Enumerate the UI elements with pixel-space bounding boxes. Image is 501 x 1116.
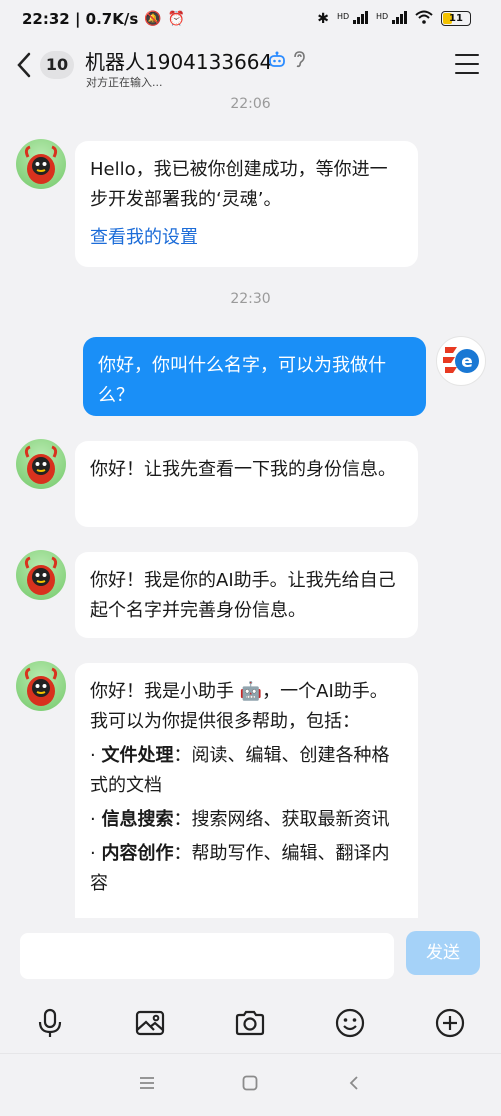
bluetooth-icon: ✱	[317, 10, 329, 27]
plus-icon[interactable]	[434, 1007, 466, 1039]
chat-header: 10 机器人1904133664 对方正在输入...	[0, 40, 501, 95]
menu-icon[interactable]	[455, 54, 479, 74]
camera-icon[interactable]	[234, 1007, 266, 1039]
list-item: · 信息搜索：搜索网络、获取最新资讯	[90, 809, 390, 830]
battery-icon: 11	[441, 11, 471, 26]
send-button[interactable]: 发送	[406, 931, 480, 975]
view-settings-link[interactable]: 查看我的设置	[90, 223, 403, 253]
message-bubble-user[interactable]: 你好，你叫什么名字，可以为我做什么？	[83, 337, 426, 416]
message-bubble-bot[interactable]: Hello，我已被你创建成功，等你进一步开发部署我的‘灵魂’。 查看我的设置	[75, 141, 418, 267]
home-icon[interactable]	[242, 1072, 258, 1096]
message-input[interactable]	[20, 933, 394, 979]
input-toolbar	[0, 990, 501, 1053]
mute-icon: 🔕	[144, 11, 162, 27]
chat-title[interactable]: 机器人1904133664	[85, 46, 272, 75]
unread-count-badge[interactable]: 10	[40, 51, 74, 79]
user-avatar[interactable]: e	[436, 336, 486, 386]
bot-avatar[interactable]	[16, 661, 66, 711]
typing-status: 对方正在输入...	[86, 76, 163, 89]
message-text: 你好！我是你的AI助手。让我先给自己起个名字并完善身份信息。	[90, 570, 396, 621]
system-nav-bar	[0, 1053, 501, 1116]
image-icon[interactable]	[134, 1007, 166, 1039]
status-bar: 22:32 | 0.7K/s 🔕 ⏰ ✱ HD HD 11	[0, 0, 501, 40]
message-text: 你好，你叫什么名字，可以为我做什么？	[98, 355, 386, 406]
list-item: · 内容创作：帮助写作、编辑、翻译内容	[90, 843, 390, 894]
back-button[interactable]	[16, 50, 32, 86]
bot-avatar[interactable]	[16, 550, 66, 600]
status-time-speed: 22:32 | 0.7K/s	[22, 10, 139, 28]
system-back-icon[interactable]	[348, 1072, 360, 1096]
emoji-icon[interactable]	[334, 1007, 366, 1039]
wifi-icon	[415, 10, 433, 27]
message-bubble-bot[interactable]: 你好！让我先查看一下我的身份信息。	[75, 441, 418, 527]
timestamp: 22:06	[230, 96, 271, 112]
message-bubble-bot[interactable]: 你好！我是你的AI助手。让我先给自己起个名字并完善身份信息。	[75, 552, 418, 638]
robot-badge-icon	[268, 50, 286, 72]
ear-icon	[292, 50, 306, 72]
alarm-icon: ⏰	[167, 11, 186, 27]
signal-icon-2: HD	[376, 10, 407, 27]
recent-apps-icon[interactable]	[138, 1072, 156, 1096]
bot-avatar[interactable]	[16, 439, 66, 489]
microphone-icon[interactable]	[34, 1007, 66, 1039]
signal-icon-1: HD	[337, 10, 368, 27]
input-bar: 发送	[0, 918, 501, 990]
message-text: 你好！让我先查看一下我的身份信息。	[90, 459, 396, 480]
list-item: · 文件处理：阅读、编辑、创建各种格式的文档	[90, 745, 390, 796]
message-text: Hello，我已被你创建成功，等你进一步开发部署我的‘灵魂’。	[90, 159, 388, 210]
message-text: 你好！我是小助手 🤖，一个AI助手。我可以为你提供很多帮助，包括：	[90, 681, 388, 732]
timestamp: 22:30	[230, 291, 271, 307]
bot-avatar[interactable]	[16, 139, 66, 189]
svg-text:e: e	[461, 352, 473, 372]
